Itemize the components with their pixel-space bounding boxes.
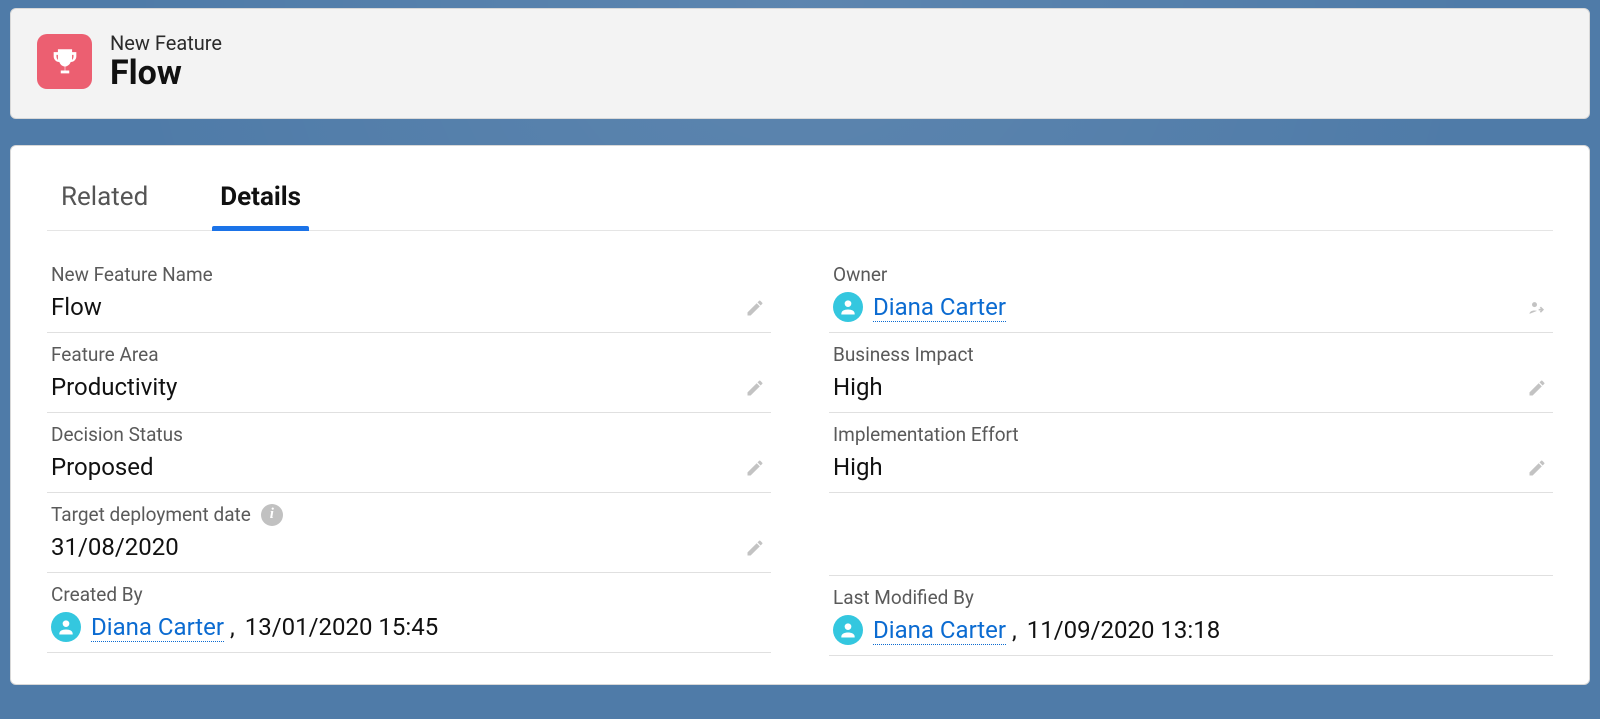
tab-details[interactable]: Details <box>214 172 307 230</box>
field-last-modified-by: Last Modified By Diana Carter, 11/09/202… <box>829 575 1553 656</box>
field-business-impact: Business Impact High <box>829 333 1553 413</box>
field-spacer <box>829 493 1553 575</box>
avatar <box>833 615 863 645</box>
user-link[interactable]: Diana Carter <box>873 293 1006 322</box>
field-owner: Owner Diana Carter <box>829 253 1553 333</box>
header-text: New Feature Flow <box>110 31 222 92</box>
change-owner-icon[interactable] <box>1527 298 1547 318</box>
field-label: Feature Area <box>51 343 767 366</box>
record-header: New Feature Flow <box>10 8 1590 119</box>
field-label: Business Impact <box>833 343 1549 366</box>
timestamp: 13/01/2020 15:45 <box>245 613 438 641</box>
info-icon[interactable]: i <box>261 504 283 526</box>
record-title: Flow <box>110 55 222 92</box>
object-label: New Feature <box>110 31 222 55</box>
field-label: Implementation Effort <box>833 423 1549 446</box>
timestamp: 11/09/2020 13:18 <box>1027 616 1220 644</box>
avatar <box>51 612 81 642</box>
pencil-icon[interactable] <box>745 538 765 558</box>
field-label-text: Target deployment date <box>51 503 251 526</box>
record-panel: Related Details New Feature Name Flow Fe… <box>10 145 1590 685</box>
field-value: 31/08/2020 <box>51 532 767 562</box>
field-implementation-effort: Implementation Effort High <box>829 413 1553 493</box>
trophy-icon <box>37 34 92 89</box>
pencil-icon[interactable] <box>1527 378 1547 398</box>
tab-bar: Related Details <box>47 164 1553 231</box>
pencil-icon[interactable] <box>745 458 765 478</box>
field-value: High <box>833 452 1549 482</box>
pencil-icon[interactable] <box>1527 458 1547 478</box>
field-created-by: Created By Diana Carter, 13/01/2020 15:4… <box>47 573 771 653</box>
separator: , <box>230 613 235 641</box>
field-label: Target deployment date i <box>51 503 767 526</box>
user-link[interactable]: Diana Carter <box>873 616 1006 645</box>
field-label: Last Modified By <box>833 586 1549 609</box>
field-label: Owner <box>833 263 1549 286</box>
pencil-icon[interactable] <box>745 298 765 318</box>
tab-related[interactable]: Related <box>55 172 154 230</box>
field-feature-area: Feature Area Productivity <box>47 333 771 413</box>
field-value: Diana Carter, 11/09/2020 13:18 <box>833 615 1549 645</box>
field-label: Created By <box>51 583 767 606</box>
user-link[interactable]: Diana Carter <box>91 613 224 642</box>
field-new-feature-name: New Feature Name Flow <box>47 253 771 333</box>
field-value: Diana Carter, 13/01/2020 15:45 <box>51 612 767 642</box>
field-label: New Feature Name <box>51 263 767 286</box>
field-value: Flow <box>51 292 767 322</box>
details-right-column: Owner Diana Carter Business Impact High <box>829 253 1553 656</box>
field-value: Proposed <box>51 452 767 482</box>
field-value: High <box>833 372 1549 402</box>
details-left-column: New Feature Name Flow Feature Area Produ… <box>47 253 771 656</box>
field-target-deployment-date: Target deployment date i 31/08/2020 <box>47 493 771 573</box>
field-decision-status: Decision Status Proposed <box>47 413 771 493</box>
avatar <box>833 292 863 322</box>
separator: , <box>1012 616 1017 644</box>
details-grid: New Feature Name Flow Feature Area Produ… <box>47 253 1553 656</box>
field-value: Diana Carter <box>833 292 1549 322</box>
field-label: Decision Status <box>51 423 767 446</box>
field-value: Productivity <box>51 372 767 402</box>
pencil-icon[interactable] <box>745 378 765 398</box>
